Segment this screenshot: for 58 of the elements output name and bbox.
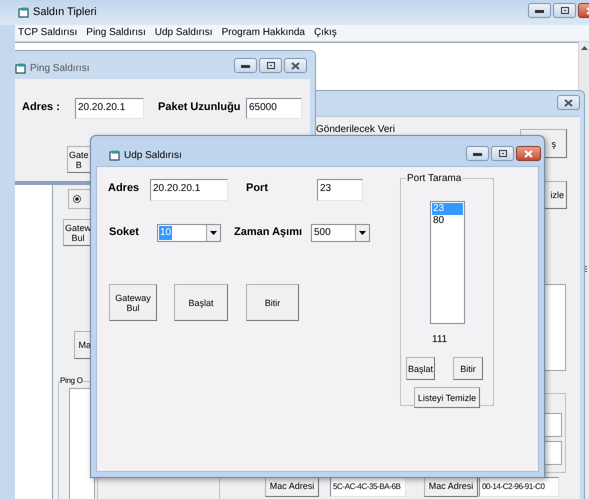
maximize-icon [266,62,274,69]
radio-button[interactable] [73,195,81,203]
maximize-icon [498,150,506,157]
count-label: 111 [432,334,448,346]
action-button[interactable]: Gateway Bul [109,284,157,321]
field-label: Port [246,181,268,195]
maximize-button[interactable] [553,3,576,18]
minimize-icon [241,64,250,68]
app-icon [18,6,30,18]
group-title: Ping O [60,375,83,386]
minimize-button[interactable] [234,58,257,73]
field-label: Soket [109,225,139,239]
window-title: Ping Saldırısı [30,62,90,76]
stop-button[interactable]: Bitir [453,357,483,380]
address-field[interactable]: 20.20.20.1 [150,179,228,201]
mac-field[interactable]: 5C-AC-4C-35-BA-6B [330,477,406,497]
field-label: Zaman Aşımı [234,225,302,239]
window-title: Udp Saldırısı [124,149,182,163]
maximize-button[interactable] [259,58,282,73]
menu-item[interactable]: Udp Saldırısı [154,26,213,40]
list-item[interactable]: 80 [432,215,463,227]
minimize-icon [473,152,482,156]
field-label: Gönderilecek Veri [316,123,395,137]
close-icon [564,98,573,106]
close-button[interactable] [557,95,580,110]
packet-length-field[interactable]: 65000 [246,98,302,119]
close-button[interactable] [284,58,307,73]
field-label: Paket Uzunluğu [158,100,241,114]
field-label: Adres : [22,100,60,114]
port-list[interactable]: 23 80 [430,201,465,324]
app-icon [109,150,121,162]
menu-item[interactable]: Çıkış [314,26,337,40]
menu-item[interactable]: TCP Saldırısı [18,26,78,40]
address-field[interactable]: 20.20.20.1 [75,98,144,119]
dropdown-value: 10 [159,226,172,240]
clear-list-button[interactable]: Listeyi Temizle [414,387,480,408]
action-button[interactable]: Başlat [174,284,228,321]
gateway-button[interactable]: Gatew Bul [63,219,93,246]
start-button[interactable]: Başlat [406,357,435,380]
maximize-icon [560,7,568,14]
scroll-up-icon[interactable] [580,46,588,50]
minimize-button[interactable] [528,3,551,18]
menu-item[interactable]: Program Hakkında [222,26,305,40]
field-label: Adres [108,181,140,195]
maximize-button[interactable] [491,146,514,161]
close-icon [524,150,533,158]
window-title: Saldın Tipleri [33,5,97,20]
menu-item[interactable]: Ping Saldırısı [86,26,146,40]
dropdown-value: 500 [313,226,332,240]
minimize-button[interactable] [466,146,489,161]
action-button[interactable]: Bitir [246,284,299,321]
close-button[interactable] [516,146,541,161]
close-icon [291,62,300,70]
dropdown-field[interactable]: 500 [311,224,370,242]
minimize-icon [535,8,544,12]
port-field[interactable]: 23 [317,179,363,201]
app-icon [15,62,27,74]
mac-field[interactable]: 00-14-C2-96-91-C0 [479,477,559,497]
